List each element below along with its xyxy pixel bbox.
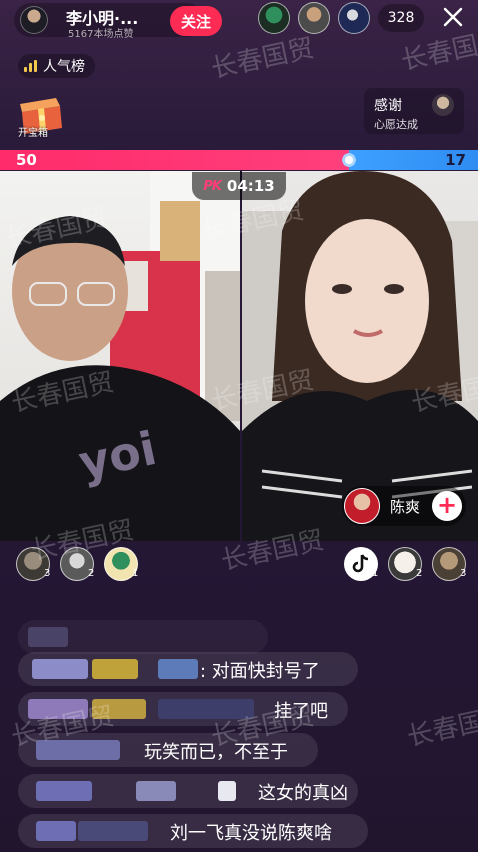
- host-likes: 5167本场点赞: [68, 29, 134, 40]
- treasure-label: 开宝箱: [18, 128, 48, 139]
- popularity-rank-button[interactable]: 人气榜: [18, 54, 95, 78]
- contributor-rank: 2: [88, 568, 95, 579]
- viewer-avatar[interactable]: [338, 2, 370, 34]
- rank-bars-icon: [24, 60, 37, 72]
- contributor-rank: 2: [416, 568, 423, 579]
- host-avatar[interactable]: [20, 6, 48, 34]
- chat-username-blurred: [36, 821, 76, 841]
- chat-badge-blurred: [92, 659, 138, 679]
- chat-message[interactable]: [18, 620, 268, 654]
- opponent-tag[interactable]: 陈爽 +: [342, 486, 466, 526]
- chat-username-blurred: [78, 821, 148, 841]
- watermark: 长春国贸: [404, 701, 478, 753]
- wish-subtitle: 心愿达成: [374, 118, 418, 131]
- pk-time: 04:13: [226, 177, 275, 195]
- chat-username-blurred: [136, 781, 176, 801]
- wish-card[interactable]: 感谢 心愿达成: [364, 88, 464, 134]
- chat-text: 挂了吧: [274, 701, 328, 722]
- chat-text: 这女的真凶: [258, 783, 348, 804]
- pk-score-bar: 50 17: [0, 150, 478, 170]
- chat-username-blurred: [28, 699, 88, 719]
- pk-timer: PK 04:13: [192, 172, 286, 200]
- opponent-avatar[interactable]: [344, 488, 380, 524]
- chat-message[interactable]: : 对面快封号了: [18, 652, 358, 686]
- wish-avatar: [432, 94, 454, 116]
- viewer-avatar[interactable]: [258, 2, 290, 34]
- chat-username-blurred: [158, 699, 254, 719]
- host-video-frame: yoi: [0, 171, 240, 541]
- pk-logo-icon: PK: [203, 178, 222, 194]
- chat-username-blurred: [36, 781, 92, 801]
- pk-left-fill: [0, 150, 349, 170]
- contributor-rank: 3: [460, 568, 467, 579]
- chat-message[interactable]: 这女的真凶: [18, 774, 358, 808]
- viewer-count[interactable]: 328: [378, 4, 424, 32]
- chat-text: : 对面快封号了: [200, 661, 320, 682]
- follow-opponent-button[interactable]: +: [432, 491, 462, 521]
- wish-title: 感谢: [374, 98, 402, 114]
- opponent-name: 陈爽: [390, 498, 421, 516]
- chat-message[interactable]: 刘一飞真没说陈爽啥: [18, 814, 368, 848]
- chat-username-blurred: [28, 627, 68, 647]
- close-icon[interactable]: [440, 4, 466, 30]
- viewer-avatar[interactable]: [298, 2, 330, 34]
- chat-text: 刘一飞真没说陈爽啥: [170, 823, 332, 844]
- contributor-rank: 3: [44, 568, 51, 579]
- top-bar: 李小明·... 5167本场点赞 关注 328: [0, 0, 478, 40]
- pk-left-score: 50: [16, 151, 37, 169]
- pk-right-score: 17: [445, 151, 466, 169]
- pk-divider-spark: [341, 152, 357, 168]
- host-video[interactable]: yoi: [0, 171, 240, 541]
- contributor-rank: 1: [132, 568, 139, 579]
- rank-label: 人气榜: [43, 59, 85, 75]
- chat-badge-blurred: [92, 699, 146, 719]
- live-room: 李小明·... 5167本场点赞 关注 328 人气榜 开宝箱 感谢 心愿达成: [0, 0, 478, 852]
- host-info[interactable]: 李小明·... 5167本场点赞 关注: [14, 3, 222, 40]
- chat-text: 玩笑而已，不至于: [144, 742, 288, 763]
- chat-username-blurred: [158, 659, 198, 679]
- chat-username-blurred: [36, 740, 120, 760]
- follow-button[interactable]: 关注: [170, 6, 222, 36]
- chat-username-blurred: [32, 659, 88, 679]
- chat-message[interactable]: 玩笑而已，不至于: [18, 733, 318, 767]
- contributor-rank: 1: [372, 568, 379, 579]
- chat-badge-blurred: [218, 781, 236, 801]
- chat-message[interactable]: 挂了吧: [18, 692, 348, 726]
